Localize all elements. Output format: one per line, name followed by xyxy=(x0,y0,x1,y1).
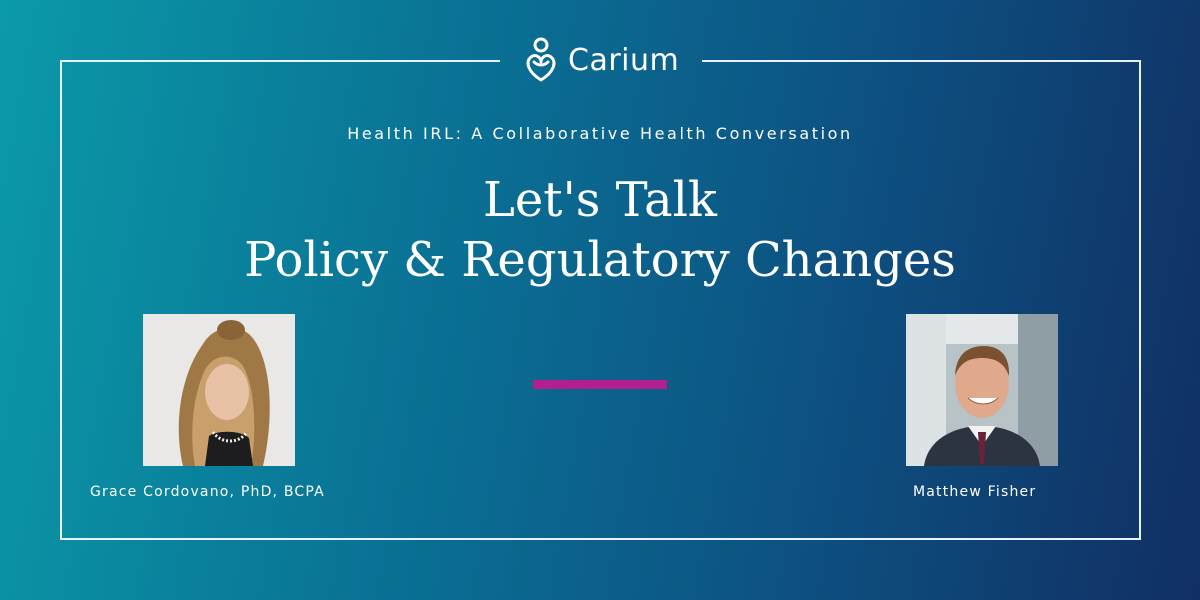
speaker-name-grace: Grace Cordovano, PhD, BCPA xyxy=(90,484,325,500)
carium-logo-icon xyxy=(526,37,556,82)
brand-logo: Carium xyxy=(522,36,679,84)
frame-top-right-line xyxy=(702,60,1141,62)
accent-divider xyxy=(533,380,667,389)
speaker-photo-matthew xyxy=(906,314,1058,466)
frame-bottom-line xyxy=(60,538,1141,540)
speaker-photo-grace xyxy=(143,314,295,466)
speaker-name-matthew: Matthew Fisher xyxy=(913,484,1037,500)
headline-line-1: Let's Talk xyxy=(483,172,717,228)
brand-name: Carium xyxy=(568,42,680,78)
frame-top-left-line xyxy=(60,60,500,62)
headline: Let's Talk Policy & Regulatory Changes xyxy=(0,170,1200,290)
event-subtitle: Health IRL: A Collaborative Health Conve… xyxy=(347,124,853,143)
headline-line-2: Policy & Regulatory Changes xyxy=(244,232,956,288)
